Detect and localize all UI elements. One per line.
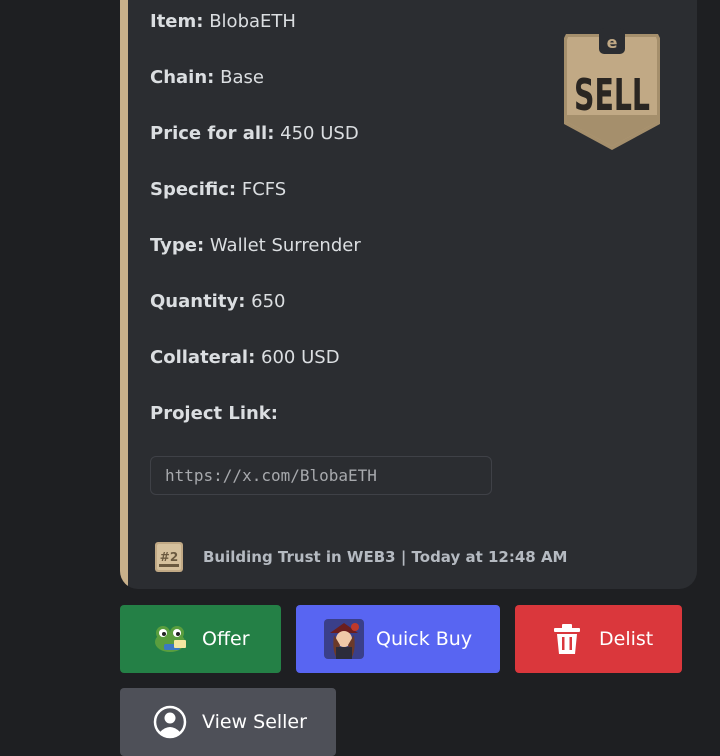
offer-button-label: Offer	[202, 628, 250, 650]
frog-pepe-icon	[150, 619, 190, 659]
field-collateral-key: Collateral:	[150, 347, 256, 368]
pirate-avatar-icon	[324, 619, 364, 659]
field-item-value: BlobaETH	[209, 11, 296, 32]
field-chain-key: Chain:	[150, 67, 215, 88]
svg-text:e: e	[607, 33, 618, 52]
field-quantity-value: 650	[251, 291, 286, 312]
delist-button[interactable]: Delist	[515, 605, 682, 673]
footer-text: Building Trust in WEB3 | Today at 12:48 …	[203, 548, 568, 566]
view-seller-button[interactable]: View Seller	[120, 688, 336, 756]
field-price-value: 450 USD	[280, 123, 359, 144]
field-project-link: Project Link:	[150, 402, 278, 426]
embed-accent-bar	[120, 0, 128, 589]
field-specific: Specific: FCFS	[150, 178, 286, 202]
listing-embed: Item: BlobaETH Chain: Base Price for all…	[120, 0, 697, 589]
field-chain: Chain: Base	[150, 66, 264, 90]
field-project-link-key: Project Link:	[150, 403, 278, 424]
field-collateral: Collateral: 600 USD	[150, 346, 340, 370]
field-specific-key: Specific:	[150, 179, 237, 200]
view-seller-button-label: View Seller	[202, 711, 307, 733]
field-type: Type: Wallet Surrender	[150, 234, 361, 258]
field-quantity: Quantity: 650	[150, 290, 285, 314]
sell-badge-thumbnail[interactable]: e SELL	[552, 20, 672, 156]
user-circle-icon	[150, 702, 190, 742]
field-collateral-value: 600 USD	[261, 347, 340, 368]
trash-icon	[547, 619, 587, 659]
quick-buy-button-label: Quick Buy	[376, 628, 473, 650]
offer-button[interactable]: Offer	[120, 605, 281, 673]
field-price-key: Price for all:	[150, 123, 275, 144]
project-link-code[interactable]: https://x.com/BlobaETH	[150, 456, 492, 495]
svg-text:#2: #2	[160, 550, 178, 564]
delist-button-label: Delist	[599, 628, 654, 650]
field-price: Price for all: 450 USD	[150, 122, 359, 146]
field-chain-value: Base	[220, 67, 264, 88]
sell-badge-text: SELL	[574, 70, 650, 121]
quick-buy-button[interactable]: Quick Buy	[296, 605, 500, 673]
footer-badge-icon: #2	[155, 542, 183, 572]
field-item: Item: BlobaETH	[150, 10, 296, 34]
field-quantity-key: Quantity:	[150, 291, 246, 312]
field-specific-value: FCFS	[241, 179, 287, 200]
field-type-key: Type:	[150, 235, 205, 256]
field-type-value: Wallet Surrender	[209, 235, 361, 256]
embed-footer: #2 Building Trust in WEB3 | Today at 12:…	[154, 541, 567, 573]
field-item-key: Item:	[150, 11, 204, 32]
